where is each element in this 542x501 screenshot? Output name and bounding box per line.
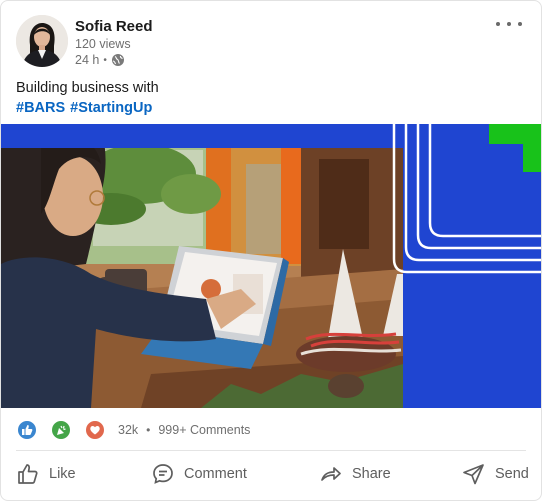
post-image[interactable]: [1, 124, 541, 408]
meta-separator: •: [103, 54, 107, 66]
hashtag-list: #BARS #StartingUp: [16, 98, 159, 118]
post-meta: 24 h •: [75, 53, 125, 67]
action-divider: [16, 450, 526, 451]
author-avatar[interactable]: [16, 15, 68, 67]
like-button[interactable]: Like: [16, 455, 76, 493]
thumbs-up-icon: [16, 462, 40, 486]
like-icon: [16, 419, 38, 441]
reaction-separator: •: [146, 423, 151, 437]
more-options-icon[interactable]: [496, 15, 522, 33]
post-time: 24 h: [75, 53, 100, 67]
post-header: Sofia Reed 120 views 24 h •: [16, 15, 526, 71]
comment-count[interactable]: 999+ Comments: [158, 423, 250, 437]
view-count: 120 views: [75, 37, 131, 51]
reaction-summary[interactable]: 32k • 999+ Comments: [16, 417, 250, 443]
share-label: Share: [352, 466, 391, 482]
comment-label: Comment: [184, 466, 247, 482]
send-label: Send: [495, 466, 529, 482]
comment-icon: [151, 462, 175, 486]
send-paper-plane-icon: [462, 462, 486, 486]
post-text: Building business with: [16, 80, 159, 96]
share-arrow-icon: [319, 462, 343, 486]
comment-button[interactable]: Comment: [151, 455, 247, 493]
post-actions: Like Comment Share Send: [1, 455, 541, 493]
hashtag-bars[interactable]: #BARS: [16, 98, 65, 118]
share-button[interactable]: Share: [319, 455, 391, 493]
reaction-count[interactable]: 32k: [118, 423, 138, 437]
celebrate-icon: [50, 419, 72, 441]
love-icon: [84, 419, 106, 441]
post-body: Building business with #BARS #StartingUp: [16, 78, 159, 118]
post-card: Sofia Reed 120 views 24 h • Building bus…: [0, 0, 542, 501]
send-button[interactable]: Send: [462, 455, 529, 493]
hashtag-startingup[interactable]: #StartingUp: [70, 98, 152, 118]
author-name[interactable]: Sofia Reed: [75, 18, 153, 35]
globe-icon: [111, 53, 125, 67]
like-label: Like: [49, 466, 76, 482]
